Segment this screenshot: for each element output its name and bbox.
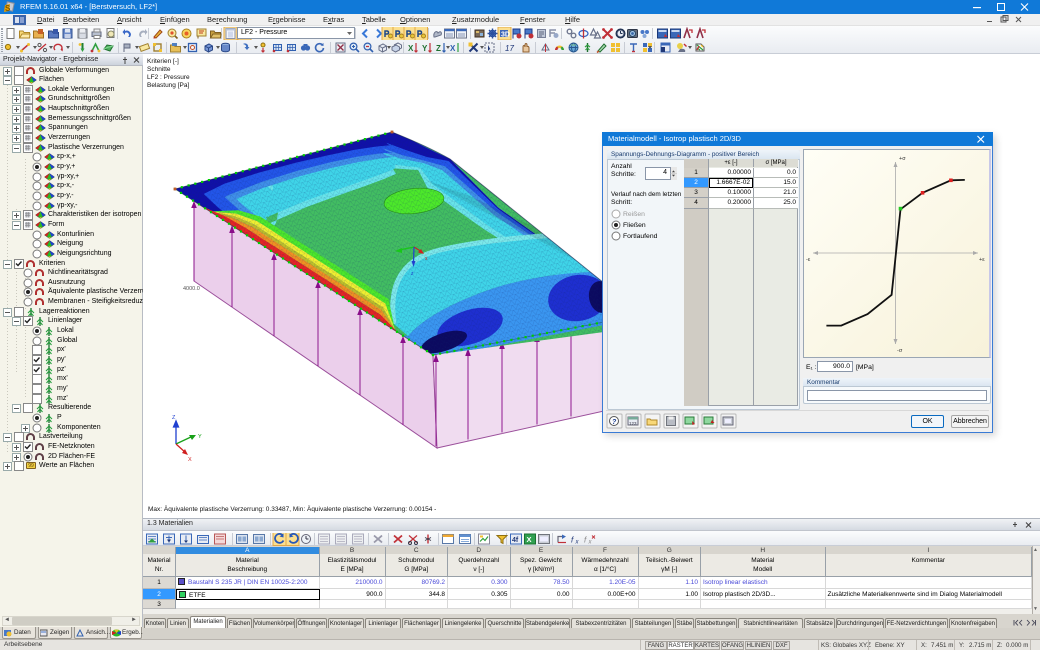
svg-text:-ε: -ε xyxy=(806,257,811,263)
svg-text:f: f xyxy=(571,536,574,545)
svg-text:x: x xyxy=(588,540,593,546)
svg-text:+ε: +ε xyxy=(979,257,985,263)
svg-text:x: x xyxy=(575,540,580,546)
svg-text:Z: Z xyxy=(436,44,441,53)
svg-text:f: f xyxy=(584,536,587,545)
svg-text:X: X xyxy=(408,44,414,53)
svg-text:Y: Y xyxy=(422,44,428,53)
svg-text:17: 17 xyxy=(505,44,514,53)
svg-text:X: X xyxy=(450,44,456,53)
svg-text:3D: 3D xyxy=(501,32,510,39)
svg-text:Y: Y xyxy=(198,434,202,440)
svg-text:X: X xyxy=(527,535,532,544)
svg-text:-σ: -σ xyxy=(897,348,903,354)
svg-text:X: X xyxy=(188,457,192,463)
svg-text:4f: 4f xyxy=(512,537,519,544)
svg-text:S: S xyxy=(5,4,11,13)
svg-text:+σ: +σ xyxy=(899,156,906,162)
svg-text:4000.0: 4000.0 xyxy=(183,286,200,292)
svg-text:Z: Z xyxy=(172,415,176,421)
